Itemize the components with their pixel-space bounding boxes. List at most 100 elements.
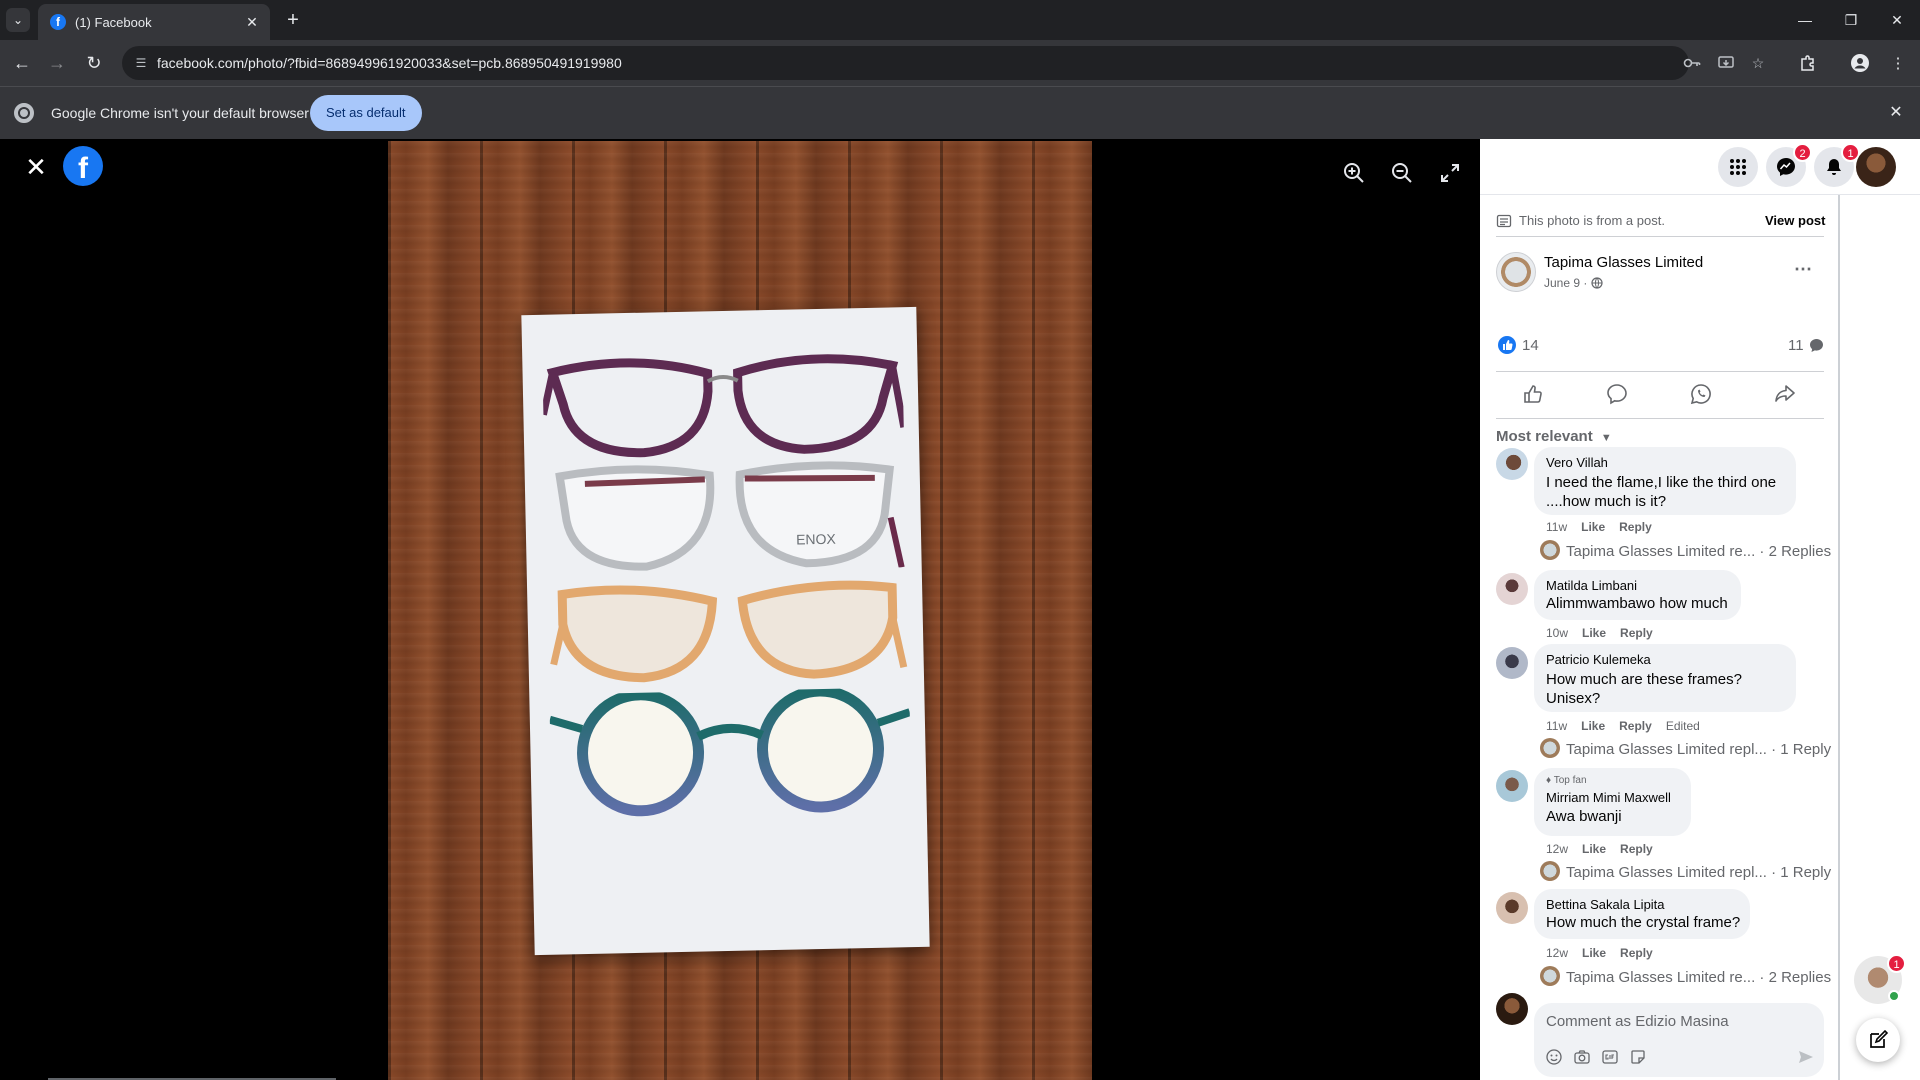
infobar-close-icon[interactable]: ✕: [1886, 103, 1906, 123]
site-info-icon[interactable]: ☰: [132, 54, 150, 72]
view-replies-link[interactable]: Tapima Glasses Limited repl... · 1 Reply: [1540, 738, 1831, 758]
restore-icon[interactable]: ❐: [1828, 0, 1874, 40]
window-close-icon[interactable]: ✕: [1874, 0, 1920, 40]
comment-bubble: Matilda Limbani Alimmwambawo how much: [1534, 570, 1741, 620]
whatsapp-icon[interactable]: [1690, 383, 1712, 405]
commenter-avatar[interactable]: [1496, 448, 1528, 480]
top-fan-badge: ♦ Top fan: [1546, 775, 1587, 786]
panel-scrollbar[interactable]: [1838, 195, 1840, 1080]
notifications-bell-icon[interactable]: 1: [1814, 143, 1860, 187]
comment-reply-button[interactable]: Reply: [1620, 626, 1653, 640]
comment-time[interactable]: 12w: [1546, 842, 1568, 856]
comment-actions: 10w Like Reply: [1546, 626, 1667, 640]
extensions-puzzle-icon[interactable]: [1796, 51, 1820, 75]
my-avatar[interactable]: [1496, 993, 1528, 1025]
post-options-icon[interactable]: ⋯: [1794, 259, 1812, 280]
commenter-name[interactable]: Matilda Limbani: [1546, 578, 1637, 593]
tab-search-chevron-icon[interactable]: ⌄: [6, 8, 30, 32]
commenter-avatar[interactable]: [1496, 647, 1528, 679]
reply-summary: Tapima Glasses Limited re... · 2 Replies: [1566, 543, 1832, 560]
share-icon[interactable]: [1774, 383, 1796, 405]
like-thumb-icon[interactable]: [1522, 383, 1544, 405]
messenger-icon[interactable]: 2: [1766, 143, 1812, 187]
commenter-name[interactable]: Bettina Sakala Lipita: [1546, 897, 1665, 912]
comment-reply-button[interactable]: Reply: [1620, 946, 1653, 960]
new-message-icon[interactable]: [1856, 1018, 1900, 1062]
commenter-avatar[interactable]: [1496, 770, 1528, 802]
view-replies-link[interactable]: Tapima Glasses Limited re... · 2 Replies: [1540, 540, 1831, 560]
view-replies-link[interactable]: Tapima Glasses Limited re... · 2 Replies: [1540, 966, 1831, 986]
commenter-name[interactable]: Mirriam Mimi Maxwell: [1546, 790, 1671, 805]
comment-text: I need the flame,I like the third one: [1546, 474, 1777, 491]
bookmark-star-icon[interactable]: ☆: [1748, 53, 1768, 73]
forward-arrow-icon[interactable]: →: [43, 49, 71, 77]
commenter-avatar[interactable]: [1496, 573, 1528, 605]
camera-icon[interactable]: [1572, 1047, 1592, 1067]
post-date[interactable]: June 9 ·: [1544, 276, 1587, 290]
browser-tab[interactable]: f (1) Facebook ✕: [38, 4, 270, 40]
comment-time[interactable]: 12w: [1546, 946, 1568, 960]
online-status-dot: [1888, 990, 1900, 1002]
reply-summary: Tapima Glasses Limited repl... · 1 Reply: [1566, 864, 1832, 881]
likes-count[interactable]: 14: [1522, 337, 1539, 354]
chrome-menu-icon[interactable]: ⋮: [1886, 51, 1910, 75]
comment-bubble: Bettina Sakala Lipita How much the cryst…: [1534, 889, 1750, 939]
zoom-in-icon[interactable]: [1340, 159, 1368, 187]
comment-like-button[interactable]: Like: [1582, 626, 1606, 640]
install-app-icon[interactable]: [1716, 53, 1736, 73]
commenter-name[interactable]: Vero Villah: [1546, 455, 1608, 470]
tab-close-icon[interactable]: ✕: [244, 14, 260, 30]
close-viewer-icon[interactable]: ✕: [22, 153, 50, 181]
view-post-link[interactable]: View post: [1765, 213, 1825, 228]
comment-like-button[interactable]: Like: [1582, 946, 1606, 960]
comment-reply-button[interactable]: Reply: [1619, 520, 1652, 534]
edited-label: Edited: [1665, 719, 1700, 733]
sticker-icon[interactable]: [1628, 1047, 1648, 1067]
emoji-icon[interactable]: [1544, 1047, 1564, 1067]
chat-head-avatar[interactable]: 1: [1854, 954, 1906, 1004]
comment-time[interactable]: 10w: [1546, 626, 1568, 640]
comment-like-button[interactable]: Like: [1581, 520, 1605, 534]
infobar-message: Google Chrome isn't your default browser: [51, 105, 309, 121]
back-arrow-icon[interactable]: ←: [8, 49, 36, 77]
caret-down-icon: ▼: [1600, 432, 1612, 444]
commenter-name[interactable]: Patricio Kulemeka: [1546, 652, 1651, 667]
comment-sort-dropdown[interactable]: Most relevant ▼: [1496, 428, 1612, 445]
zoom-out-icon[interactable]: [1388, 159, 1416, 187]
gif-icon[interactable]: [1600, 1047, 1620, 1067]
menu-grid-icon[interactable]: [1718, 147, 1758, 187]
divider: [1496, 236, 1824, 237]
comment-reply-button[interactable]: Reply: [1620, 842, 1653, 856]
photo-white-card: ENOX: [521, 306, 930, 956]
facebook-logo-icon[interactable]: f: [63, 146, 103, 186]
default-browser-infobar: Google Chrome isn't your default browser…: [0, 86, 1920, 139]
comment-actions: 12w Like Reply: [1546, 842, 1667, 856]
fullscreen-icon[interactable]: [1436, 159, 1464, 187]
minimize-icon[interactable]: —: [1782, 0, 1828, 40]
address-bar[interactable]: ☰ facebook.com/photo/?fbid=8689499619200…: [122, 46, 1764, 80]
url-text[interactable]: facebook.com/photo/?fbid=868949961920033…: [157, 55, 622, 71]
profile-icon[interactable]: [1848, 51, 1872, 75]
comment-like-button[interactable]: Like: [1581, 719, 1605, 733]
account-avatar[interactable]: [1856, 147, 1896, 187]
comments-count[interactable]: 11: [1788, 337, 1804, 354]
password-key-icon[interactable]: [1682, 53, 1702, 73]
set-as-default-button[interactable]: Set as default: [310, 95, 422, 131]
tab-strip: ⌄ f (1) Facebook ✕ + — ❐ ✕: [0, 0, 1920, 40]
new-tab-button[interactable]: +: [281, 8, 305, 32]
replier-avatar: [1540, 540, 1560, 560]
sort-label: Most relevant: [1496, 428, 1593, 445]
send-icon[interactable]: [1796, 1047, 1816, 1067]
reload-icon[interactable]: ↻: [80, 49, 108, 77]
author-avatar[interactable]: [1496, 252, 1536, 292]
comment-time[interactable]: 11w: [1546, 719, 1567, 733]
view-replies-link[interactable]: Tapima Glasses Limited repl... · 1 Reply: [1540, 861, 1831, 881]
comment-bubble-icon: [1810, 339, 1823, 352]
commenter-avatar[interactable]: [1496, 892, 1528, 924]
comment-icon[interactable]: [1606, 383, 1628, 405]
comment-time[interactable]: 11w: [1546, 520, 1567, 534]
comment-reply-button[interactable]: Reply: [1619, 719, 1652, 733]
comment-like-button[interactable]: Like: [1582, 842, 1606, 856]
author-name[interactable]: Tapima Glasses Limited: [1544, 254, 1703, 271]
comment-input[interactable]: [1546, 1013, 1806, 1030]
